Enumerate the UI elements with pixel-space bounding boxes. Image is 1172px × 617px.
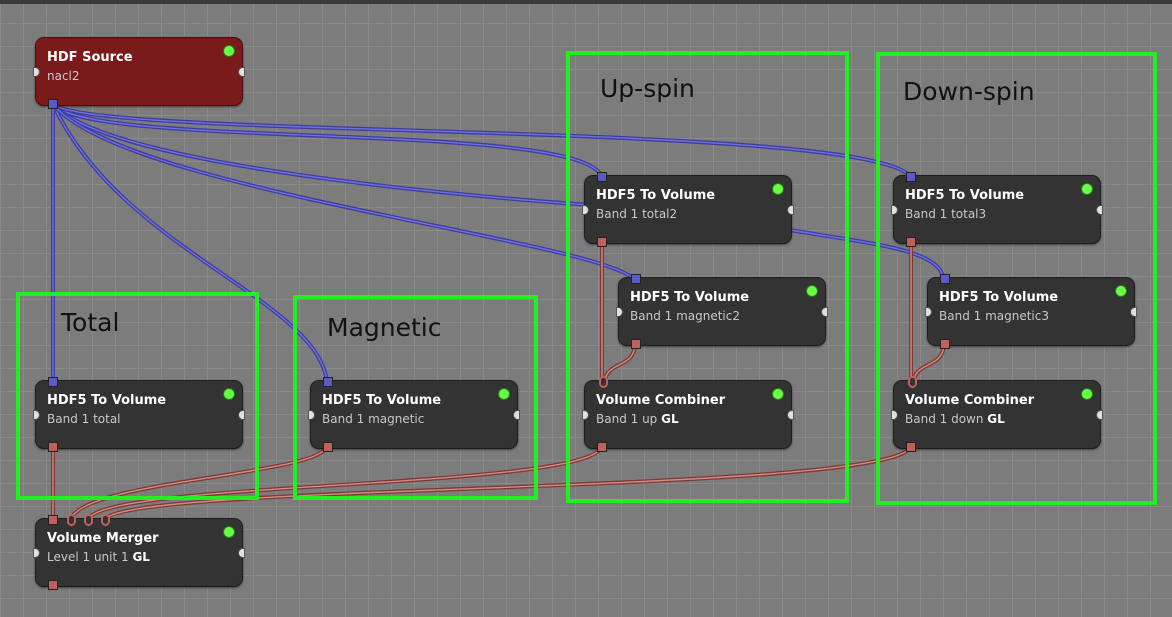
node-subtitle: Band 1 magnetic3 — [939, 309, 1049, 323]
merger-input-port-3[interactable] — [84, 514, 93, 526]
input-port[interactable] — [925, 307, 932, 317]
subtitle-text: Band 1 down — [905, 412, 988, 426]
node-hdf-source[interactable]: HDF Source nacl2 — [33, 37, 245, 109]
blue-wire-to-up-magnetic — [51, 102, 591, 207]
blue-wire-up-total-to-up-magnetic — [51, 102, 637, 282]
node-subtitle: Band 1 up GL — [596, 412, 679, 426]
node-hdf5-to-volume-total3[interactable]: HDF5 To Volume Band 1 total3 — [891, 172, 1103, 247]
subtitle-mode: GL — [661, 412, 679, 426]
status-led-icon — [223, 45, 235, 57]
volume-input-port[interactable] — [906, 172, 916, 182]
subtitle-mode: GL — [132, 550, 150, 564]
node-volume-merger[interactable]: Volume Merger Level 1 unit 1 GL — [33, 514, 245, 590]
input-port[interactable] — [308, 410, 315, 420]
data-output-port[interactable] — [631, 339, 641, 349]
status-led-icon — [1081, 183, 1093, 195]
status-led-icon — [772, 388, 784, 400]
data-output-port[interactable] — [48, 442, 58, 452]
node-hdf5-to-volume-magnetic[interactable]: HDF5 To Volume Band 1 magnetic — [308, 377, 520, 452]
combiner-input-port[interactable] — [908, 376, 917, 388]
volume-input-port[interactable] — [631, 274, 641, 284]
data-output-port[interactable] — [597, 442, 607, 452]
node-title: HDF Source — [47, 50, 133, 65]
status-led-icon — [498, 388, 510, 400]
node-subtitle: Band 1 total3 — [905, 207, 987, 221]
output-port[interactable] — [1096, 205, 1103, 215]
subtitle-text: Level 1 unit 1 — [47, 550, 133, 564]
node-subtitle: Band 1 magnetic2 — [630, 309, 740, 323]
output-port[interactable] — [513, 410, 520, 420]
output-port[interactable] — [238, 548, 245, 558]
data-output-port[interactable] — [48, 580, 58, 590]
input-port[interactable] — [33, 67, 40, 77]
input-port[interactable] — [616, 307, 623, 317]
node-hdf5-to-volume-magnetic2[interactable]: HDF5 To Volume Band 1 magnetic2 — [616, 274, 828, 349]
node-title: Volume Combiner — [596, 393, 726, 408]
node-subtitle: Band 1 total — [47, 412, 121, 426]
status-led-icon — [772, 183, 784, 195]
subtitle-mode: GL — [987, 412, 1005, 426]
output-port[interactable] — [1096, 410, 1103, 420]
group-label-magnetic: Magnetic — [327, 313, 442, 342]
node-title: HDF5 To Volume — [322, 393, 442, 408]
merger-input-port-1[interactable] — [48, 515, 58, 525]
input-port[interactable] — [582, 205, 589, 215]
node-title: Volume Combiner — [905, 393, 1035, 408]
output-port[interactable] — [1130, 307, 1137, 317]
status-led-icon — [1081, 388, 1093, 400]
output-port[interactable] — [238, 410, 245, 420]
input-port[interactable] — [33, 410, 40, 420]
input-port[interactable] — [891, 205, 898, 215]
node-title: HDF5 To Volume — [47, 393, 167, 408]
volume-input-port[interactable] — [597, 172, 607, 182]
input-port[interactable] — [582, 410, 589, 420]
subtitle-text: Band 1 up — [596, 412, 662, 426]
data-output-port[interactable] — [906, 237, 916, 247]
output-port[interactable] — [238, 67, 245, 77]
input-port[interactable] — [891, 410, 898, 420]
status-led-icon — [223, 388, 235, 400]
data-output-port[interactable] — [940, 339, 950, 349]
data-output-port[interactable] — [323, 442, 333, 452]
node-subtitle: nacl2 — [47, 69, 80, 83]
blue-wire-to-up-total — [51, 102, 604, 179]
group-label-total: Total — [61, 308, 120, 337]
output-port[interactable] — [787, 205, 794, 215]
node-hdf5-to-volume-total[interactable]: HDF5 To Volume Band 1 total — [33, 377, 245, 452]
volume-input-port[interactable] — [48, 377, 58, 387]
node-subtitle: Band 1 total2 — [596, 207, 678, 221]
node-hdf5-to-volume-total2[interactable]: HDF5 To Volume Band 1 total2 — [582, 172, 794, 247]
merger-input-port-2[interactable] — [67, 514, 76, 526]
canvas-top-bar — [0, 0, 1172, 4]
node-title: HDF5 To Volume — [939, 290, 1059, 305]
status-led-icon — [1115, 285, 1127, 297]
node-title: HDF5 To Volume — [630, 290, 750, 305]
node-volume-combiner-up[interactable]: Volume Combiner Band 1 up GL — [582, 376, 794, 452]
volume-input-port[interactable] — [323, 377, 333, 387]
node-volume-combiner-down[interactable]: Volume Combiner Band 1 down GL — [891, 376, 1103, 452]
node-title: Volume Merger — [47, 531, 159, 546]
node-subtitle: Band 1 down GL — [905, 412, 1005, 426]
node-subtitle: Band 1 magnetic — [322, 412, 425, 426]
combiner-input-port[interactable] — [599, 376, 608, 388]
merger-input-port-4[interactable] — [101, 514, 110, 526]
status-led-icon — [806, 285, 818, 297]
data-output-port[interactable] — [597, 237, 607, 247]
node-title: HDF5 To Volume — [596, 188, 716, 203]
volume-input-port[interactable] — [940, 274, 950, 284]
node-subtitle: Level 1 unit 1 GL — [47, 550, 150, 564]
status-led-icon — [223, 526, 235, 538]
group-label-up-spin: Up-spin — [600, 74, 695, 103]
node-hdf5-to-volume-magnetic3[interactable]: HDF5 To Volume Band 1 magnetic3 — [925, 274, 1137, 349]
output-port[interactable] — [821, 307, 828, 317]
node-title: HDF5 To Volume — [905, 188, 1025, 203]
data-output-port[interactable] — [906, 442, 916, 452]
input-port[interactable] — [33, 548, 40, 558]
group-label-down-spin: Down-spin — [903, 77, 1035, 106]
output-port[interactable] — [787, 410, 794, 420]
volume-output-port[interactable] — [48, 99, 58, 109]
